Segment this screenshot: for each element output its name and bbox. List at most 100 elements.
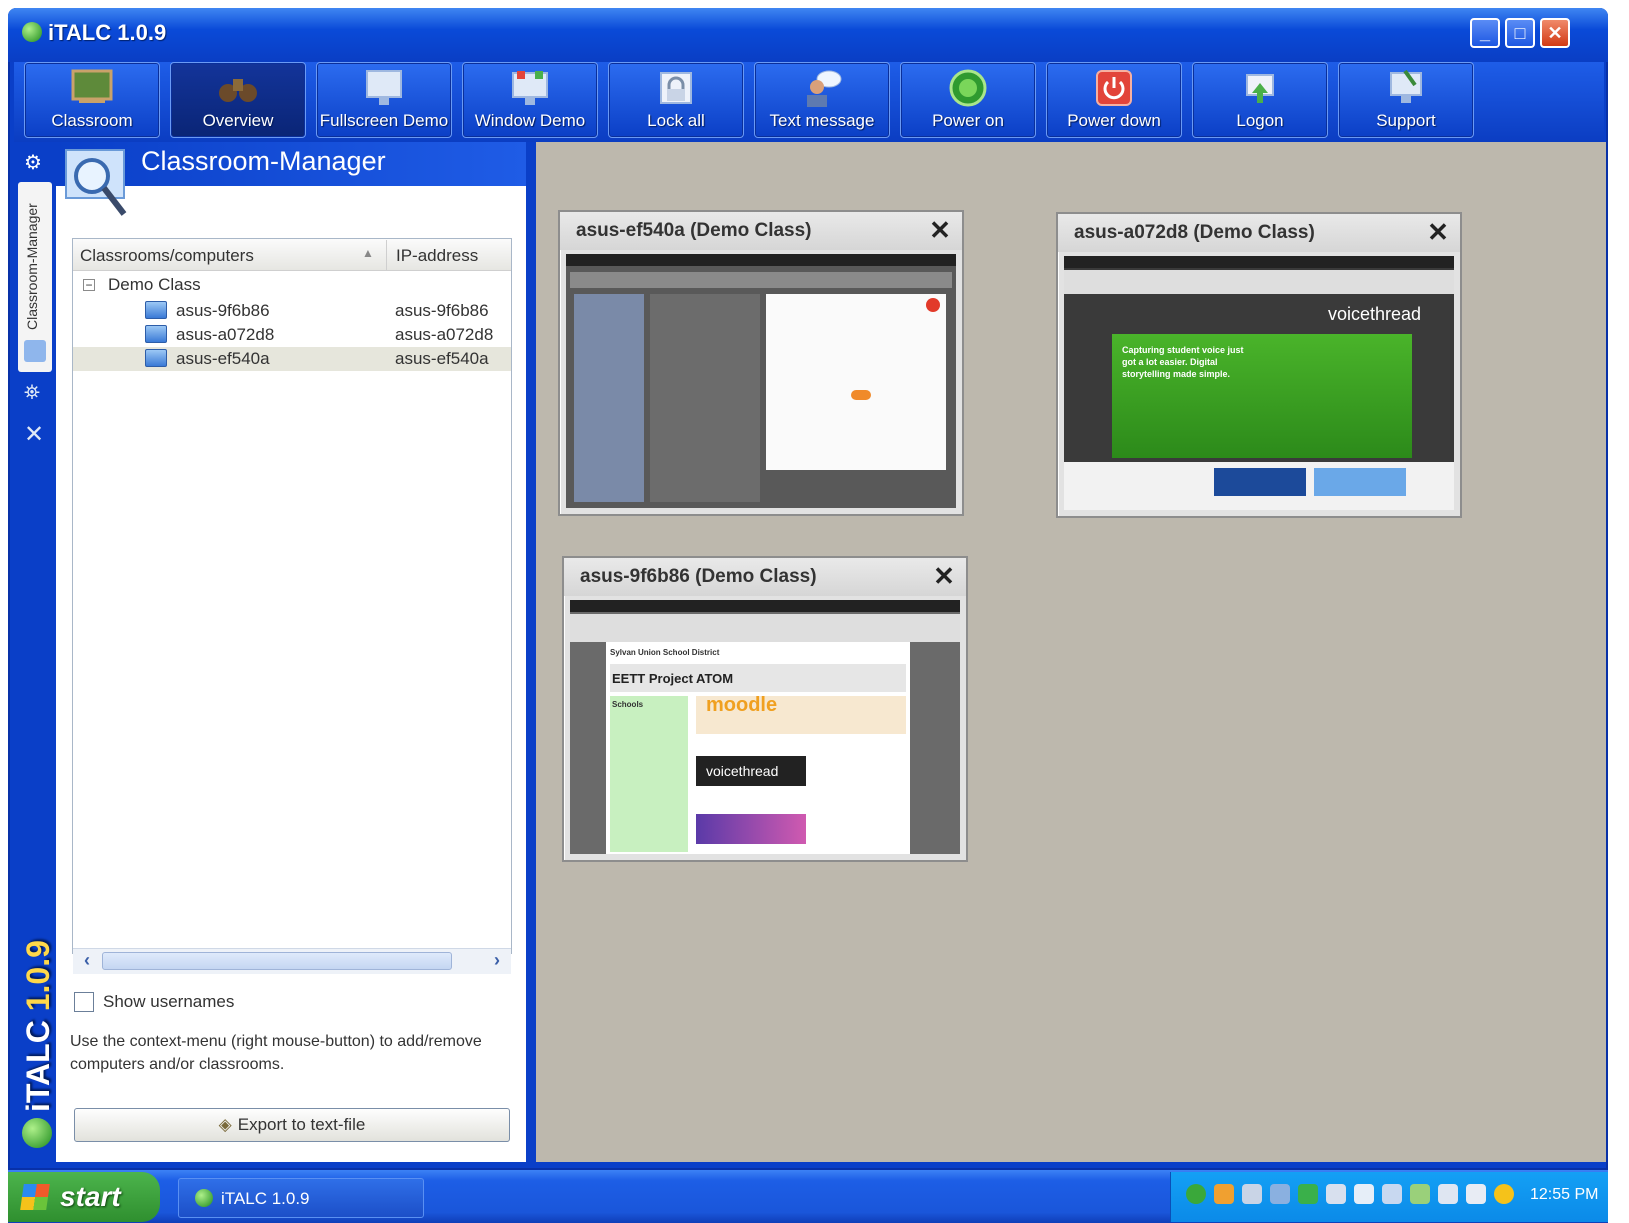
column-header-computers[interactable]: Classrooms/computers [80, 246, 254, 266]
start-button[interactable]: start [8, 1172, 160, 1222]
snapshot-screen: voicethread Capturing student voice just… [1064, 256, 1454, 510]
tray-wireless-icon[interactable] [1298, 1184, 1318, 1204]
toolbar-button-label: Classroom [51, 111, 133, 130]
sort-ascending-icon: ▲ [362, 246, 374, 260]
scroll-left-arrow-icon[interactable]: ‹ [76, 950, 98, 970]
sidebar-settings-icon[interactable]: ⚙ [24, 150, 42, 175]
computer-ip: asus-9f6b86 [395, 301, 489, 320]
tray-phone-icon[interactable] [1438, 1184, 1458, 1204]
toolbar-button-power-on[interactable]: Power on [900, 62, 1036, 138]
classroom-icon [71, 69, 113, 103]
tree-row-selected[interactable]: asus-ef540a asus-ef540a [73, 347, 511, 371]
scroll-right-arrow-icon[interactable]: › [486, 950, 508, 970]
snapshot-close-icon[interactable]: ✕ [1424, 218, 1452, 246]
magnifier-icon [65, 149, 127, 216]
tray-security-icon[interactable] [1410, 1184, 1430, 1204]
toolbar-button-fullscreen-demo[interactable]: Fullscreen Demo [316, 62, 452, 138]
tray-connection-icon[interactable] [1382, 1184, 1402, 1204]
snapshot-window[interactable]: asus-ef540a (Demo Class) ✕ [558, 210, 964, 516]
windows-logo-icon [20, 1184, 50, 1210]
window-title: iTALC 1.0.9 [48, 20, 167, 45]
toolbar-button-label: Support [1376, 111, 1436, 130]
computer-ip: asus-ef540a [395, 349, 489, 368]
computer-name: asus-9f6b86 [176, 301, 270, 320]
column-divider [386, 240, 387, 270]
toolbar-button-label: Power on [932, 111, 1004, 130]
group-label: Demo Class [108, 275, 201, 294]
tree-row[interactable]: asus-9f6b86 asus-9f6b86 [73, 299, 511, 323]
start-label: start [60, 1181, 121, 1212]
snapshot-close-icon[interactable]: ✕ [930, 562, 958, 590]
taskbar-item-italc[interactable]: iTALC 1.0.9 [178, 1178, 424, 1218]
tray-monitor-icon[interactable] [1354, 1184, 1374, 1204]
toolbar-button-label: Fullscreen Demo [319, 111, 449, 130]
snapshot-screen [566, 254, 956, 508]
close-button[interactable]: ✕ [1540, 18, 1570, 48]
window-demo-icon [512, 71, 548, 105]
sidebar-tab-magnifier-icon [24, 340, 46, 362]
title-bar[interactable] [8, 8, 1608, 62]
scrollbar-thumb[interactable] [102, 952, 452, 970]
toolbar-button-overview[interactable]: Overview [170, 62, 306, 138]
toolbar-button-label: Lock all [647, 111, 705, 130]
maximize-button[interactable]: □ [1505, 18, 1535, 48]
italc-logo-icon [22, 1118, 52, 1148]
tray-shield-icon[interactable] [1494, 1184, 1514, 1204]
lock-icon [660, 72, 692, 104]
show-usernames-label: Show usernames [103, 992, 235, 1011]
support-icon [1390, 69, 1422, 103]
help-text: Use the context-menu (right mouse-button… [70, 1033, 482, 1073]
show-usernames-checkbox[interactable] [74, 992, 94, 1012]
toolbar-button-window-demo[interactable]: Window Demo [462, 62, 598, 138]
snapshot-title: asus-a072d8 (Demo Class) [1074, 222, 1315, 243]
snapshot-screen: Sylvan Union School District EETT Projec… [570, 600, 960, 854]
toolbar-button-label: Logon [1236, 111, 1284, 130]
toolbar-button-label: Text message [769, 111, 875, 130]
tray-sync-icon[interactable] [1270, 1184, 1290, 1204]
sidebar-tools-icon[interactable]: ✕ [24, 420, 44, 449]
tree-group-row[interactable]: − Demo Class [73, 275, 373, 299]
close-icon: ✕ [1547, 23, 1563, 43]
snapshot-window[interactable]: asus-9f6b86 (Demo Class) ✕ Sylvan Union … [562, 556, 968, 862]
minimize-button[interactable]: _ [1470, 18, 1500, 48]
toolbar-button-classroom[interactable]: Classroom [24, 62, 160, 138]
toolbar-button-lock-all[interactable]: Lock all [608, 62, 744, 138]
snapshot-title: asus-ef540a (Demo Class) [576, 220, 812, 241]
tray-display-icon[interactable] [1326, 1184, 1346, 1204]
snapshot-close-icon[interactable]: ✕ [926, 216, 954, 244]
maximize-icon: □ [1514, 23, 1526, 43]
export-button[interactable]: ◈ Export to text-file [74, 1108, 510, 1142]
computer-icon [145, 349, 167, 367]
brand-name: iTALC [20, 1020, 56, 1112]
panel-title: Classroom-Manager [141, 146, 386, 176]
toolbar-button-text-message[interactable]: Text message [754, 62, 890, 138]
tray-app-icon[interactable] [1214, 1184, 1234, 1204]
computer-ip: asus-a072d8 [395, 325, 494, 344]
thumb-moodle-logo: moodle [706, 694, 778, 716]
tray-network-icon[interactable] [1242, 1184, 1262, 1204]
snapshot-window[interactable]: asus-a072d8 (Demo Class) ✕ voicethread C… [1056, 212, 1462, 518]
italc-app-icon [22, 22, 42, 42]
column-header-ip[interactable]: IP-address [396, 246, 478, 266]
export-icon: ◈ [218, 1115, 232, 1134]
text-message-icon [807, 70, 842, 107]
italc-task-icon [195, 1189, 213, 1207]
thumb-district-name: Sylvan Union School District [610, 648, 720, 657]
power-on-icon [949, 69, 987, 107]
snapshot-title: asus-9f6b86 (Demo Class) [580, 566, 817, 587]
taskbar-clock[interactable]: 12:55 PM [1530, 1186, 1598, 1204]
thumb-voicethread-logo: voicethread [1328, 304, 1422, 324]
tray-volume-icon[interactable] [1466, 1184, 1486, 1204]
collapse-icon[interactable]: − [83, 279, 95, 291]
toolbar-button-logon[interactable]: Logon [1192, 62, 1328, 138]
logon-icon [1246, 74, 1274, 103]
brand-version: 1.0.9 [20, 940, 56, 1012]
computer-name: asus-a072d8 [176, 325, 275, 344]
toolbar-button-support[interactable]: Support [1338, 62, 1474, 138]
power-down-icon [1096, 70, 1132, 106]
toolbar-button-label: Power down [1067, 111, 1161, 130]
tree-row[interactable]: asus-a072d8 asus-a072d8 [73, 323, 511, 347]
toolbar-button-power-down[interactable]: Power down [1046, 62, 1182, 138]
sidebar-snapshot-icon[interactable]: ⛯ [24, 382, 40, 405]
italc-tray-icon[interactable] [1186, 1184, 1206, 1204]
